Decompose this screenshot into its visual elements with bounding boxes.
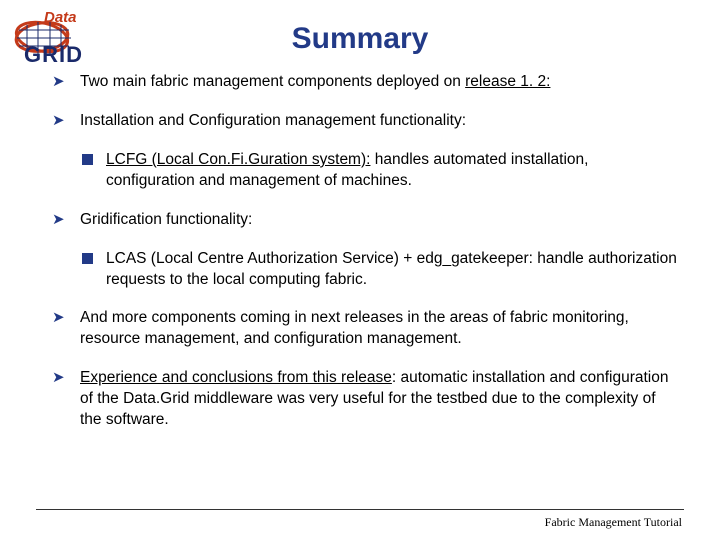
bullet-2-sub: LCFG (Local Con.Fi.Guration system): han… — [80, 150, 680, 192]
bullet-1: Two main fabric management components de… — [52, 72, 680, 93]
datagrid-logo: Data GRID — [14, 8, 104, 64]
bullet-1-underline: release 1. 2: — [465, 73, 550, 90]
slide-title: Summary — [0, 0, 720, 62]
bullet-3: Gridification functionality: — [52, 210, 680, 231]
logo-bottom-text: GRID — [24, 42, 83, 64]
footer-text: Fabric Management Tutorial — [545, 515, 682, 530]
bullet-5: Experience and conclusions from this rel… — [52, 368, 680, 431]
bullet-2-sub-underline: LCFG (Local Con.Fi.Guration system): — [106, 151, 370, 168]
bullet-1-text: Two main fabric management components de… — [80, 73, 465, 90]
bullet-4: And more components coming in next relea… — [52, 308, 680, 350]
bullet-2: Installation and Configuration managemen… — [52, 111, 680, 132]
bullet-3-sub: LCAS (Local Centre Authorization Service… — [80, 249, 680, 291]
footer-rule — [36, 509, 684, 510]
slide-content: Two main fabric management components de… — [0, 62, 720, 431]
bullet-5-underline: Experience and conclusions from this rel… — [80, 369, 392, 386]
